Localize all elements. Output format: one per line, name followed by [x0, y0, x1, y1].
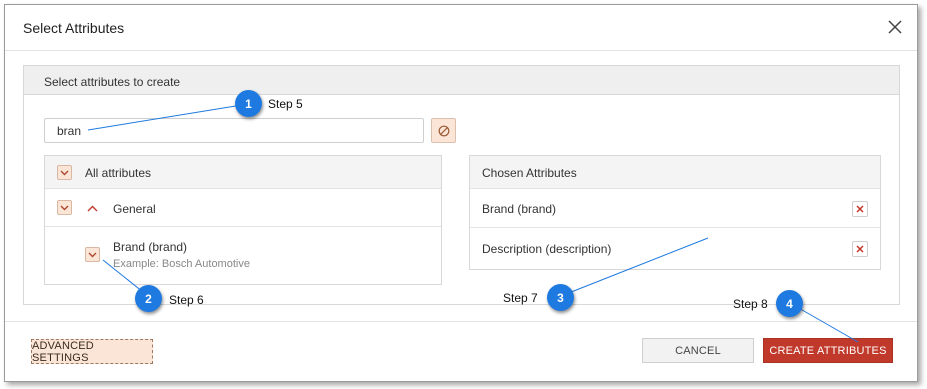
- attribute-row-brand[interactable]: Brand (brand) Example: Bosch Automotive: [45, 227, 441, 284]
- chosen-attributes-header: Chosen Attributes: [470, 156, 880, 189]
- chevron-down-icon: [60, 205, 69, 210]
- panel-heading: Select attributes to create: [24, 66, 899, 95]
- group-label: General: [113, 202, 156, 216]
- chosen-item-label: Brand (brand): [482, 202, 557, 216]
- step-label: Step 5: [268, 97, 303, 111]
- group-checkbox[interactable]: [57, 200, 72, 215]
- remove-icon: [856, 245, 864, 253]
- chevron-down-icon: [88, 252, 97, 257]
- dialog-title: Select Attributes: [23, 20, 125, 36]
- step-badge: 3: [547, 284, 574, 311]
- clear-filter-button[interactable]: [431, 118, 456, 143]
- all-attributes-label: All attributes: [85, 166, 152, 180]
- remove-button[interactable]: [852, 241, 868, 257]
- chosen-attributes-list: Chosen Attributes Brand (brand) Descript…: [469, 155, 881, 270]
- close-icon: [888, 20, 902, 34]
- attribute-example: Example: Bosch Automotive: [113, 258, 250, 270]
- step-badge: 2: [135, 285, 162, 312]
- close-button[interactable]: [885, 17, 905, 37]
- select-all-checkbox[interactable]: [57, 165, 72, 180]
- remove-button[interactable]: [852, 201, 868, 217]
- step-label: Step 8: [733, 297, 768, 311]
- select-attributes-dialog: Select Attributes Select attributes to c…: [4, 4, 918, 382]
- chosen-attributes-label: Chosen Attributes: [482, 166, 577, 180]
- step-badge: 1: [235, 90, 262, 117]
- search-input[interactable]: [44, 118, 424, 143]
- advanced-settings-button[interactable]: ADVANCED SETTINGS: [31, 339, 153, 364]
- attribute-label: Brand (brand): [113, 240, 188, 254]
- dialog-header: Select Attributes: [5, 5, 917, 51]
- chevron-up-icon: [87, 205, 97, 211]
- remove-icon: [856, 205, 864, 213]
- dialog-footer: ADVANCED SETTINGS CANCEL CREATE ATTRIBUT…: [5, 321, 917, 381]
- attribute-checkbox[interactable]: [85, 247, 100, 262]
- all-attributes-list: All attributes General Brand (brand) Exa…: [44, 155, 442, 285]
- all-attributes-header: All attributes: [45, 156, 441, 189]
- chevron-down-icon: [60, 170, 69, 175]
- chosen-item-label: Description (description): [482, 242, 612, 256]
- group-row-general[interactable]: General: [45, 189, 441, 227]
- collapse-group-button[interactable]: [85, 201, 99, 215]
- cancel-button[interactable]: CANCEL: [642, 338, 754, 363]
- step-label: Step 7: [503, 291, 538, 305]
- step-badge: 4: [776, 290, 803, 317]
- chosen-item: Description (description): [470, 228, 880, 269]
- chosen-item: Brand (brand): [470, 189, 880, 228]
- attributes-panel: Select attributes to create All attribut…: [23, 65, 900, 305]
- create-attributes-button[interactable]: CREATE ATTRIBUTES: [763, 338, 893, 363]
- clear-filter-icon: [438, 125, 449, 136]
- step-label: Step 6: [169, 293, 204, 307]
